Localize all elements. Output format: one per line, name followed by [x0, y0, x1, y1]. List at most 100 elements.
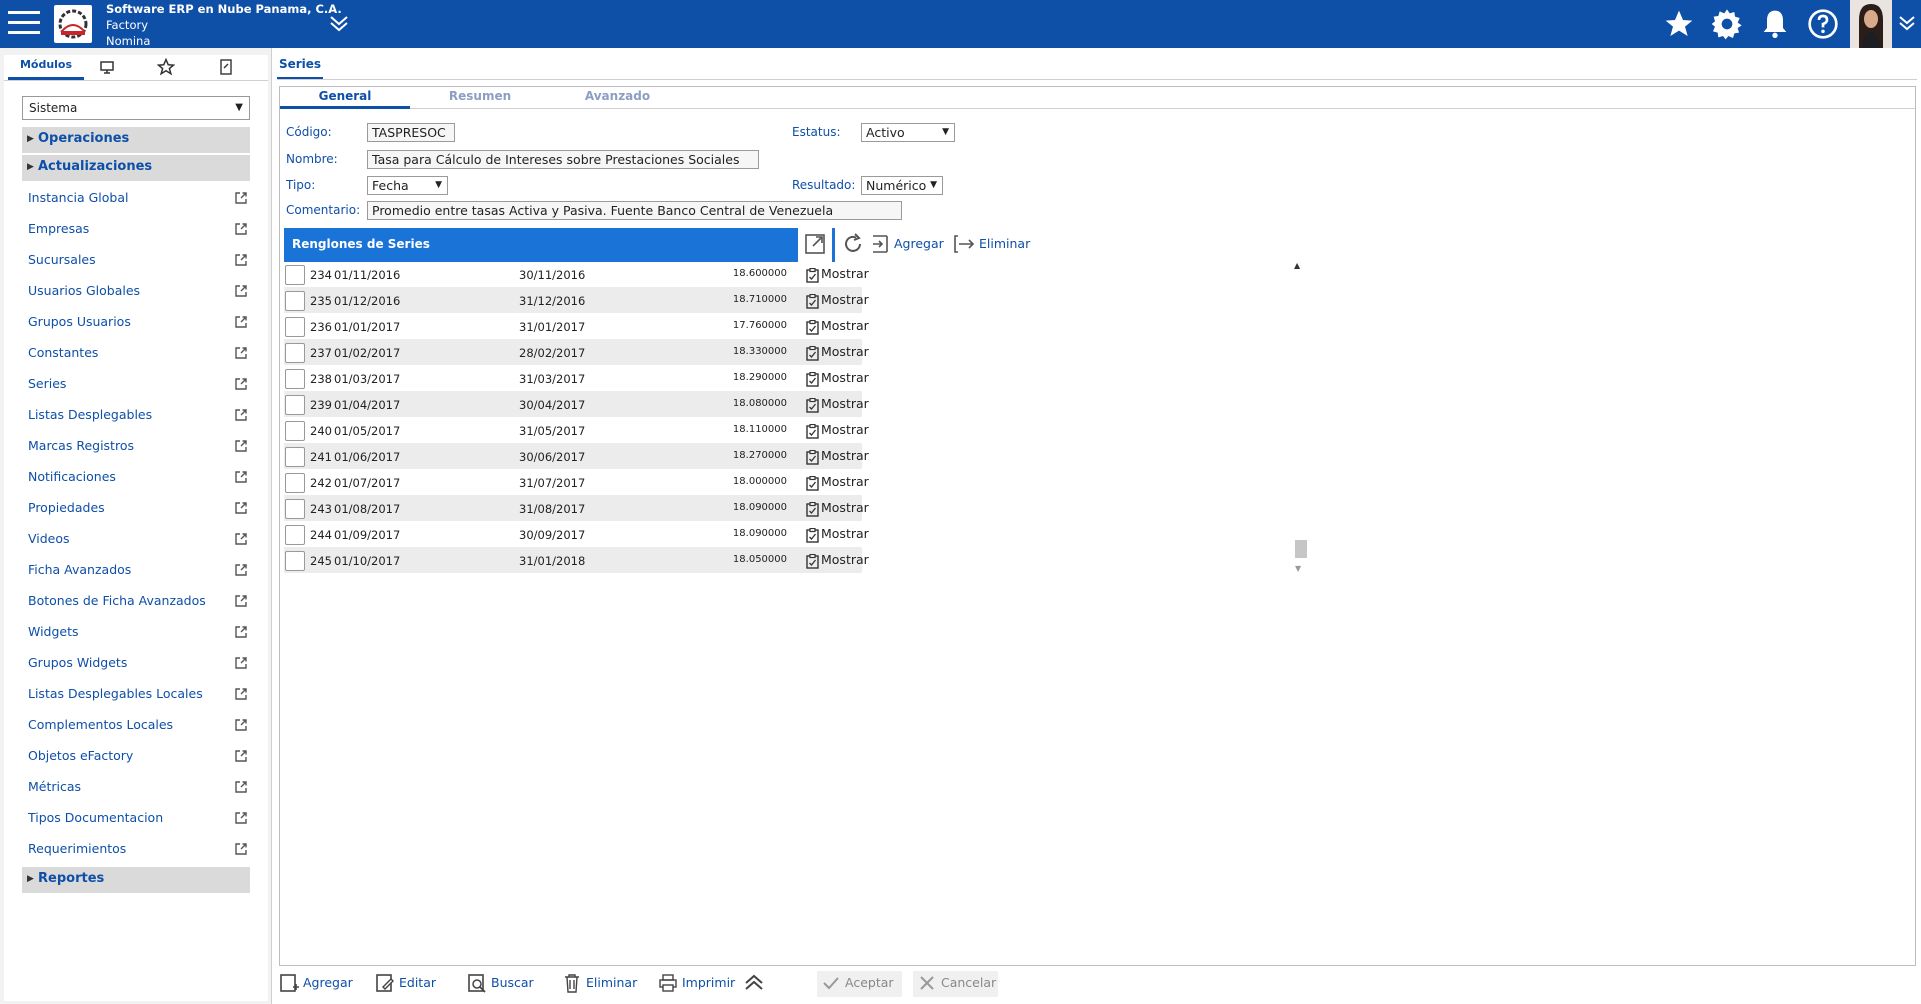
- sidebar-item-ficha-avanzados[interactable]: Ficha Avanzados: [28, 560, 250, 582]
- notifications-bell-icon[interactable]: [1759, 8, 1791, 40]
- row-checkbox[interactable]: [285, 473, 305, 493]
- grid-delete-button[interactable]: Eliminar: [953, 232, 1043, 262]
- row-number: 244: [310, 528, 332, 542]
- row-checkbox[interactable]: [285, 421, 305, 441]
- agregar-button[interactable]: Agregar: [279, 971, 359, 997]
- section-actualizaciones[interactable]: ▶ Actualizaciones: [22, 155, 250, 181]
- grid-add-button[interactable]: Agregar: [870, 232, 950, 262]
- row-checkbox[interactable]: [285, 499, 305, 519]
- aceptar-button[interactable]: Aceptar: [817, 971, 902, 997]
- grid-scrollbar[interactable]: ▲ ▼: [1294, 261, 1308, 573]
- imprimir-button[interactable]: Imprimir: [658, 971, 748, 997]
- scroll-down-icon[interactable]: ▼: [1295, 564, 1301, 573]
- sidebar-item-empresas[interactable]: Empresas: [28, 219, 250, 241]
- sidebar-item-sucursales[interactable]: Sucursales: [28, 250, 250, 272]
- sidebar-item-widgets[interactable]: Widgets: [28, 622, 250, 644]
- caret-right-icon: ▶: [27, 874, 34, 884]
- favorites-star-outline-icon[interactable]: [156, 57, 176, 76]
- monitor-icon[interactable]: [98, 58, 116, 76]
- mostrar-label: Mostrar: [821, 448, 869, 463]
- eliminar-button[interactable]: Eliminar: [562, 971, 652, 997]
- tab-resumen[interactable]: Resumen: [410, 87, 550, 109]
- row-hasta: 30/09/2017: [519, 528, 586, 542]
- buscar-button[interactable]: Buscar: [467, 971, 547, 997]
- table-row[interactable]: 236 01/01/2017 31/01/2017 17.760000 Mostrar: [284, 313, 869, 339]
- sidebar-item-usuarios-globales[interactable]: Usuarios Globales: [28, 281, 250, 303]
- collapse-up-icon[interactable]: [743, 971, 767, 997]
- notes-icon[interactable]: [217, 58, 235, 76]
- row-checkbox[interactable]: [285, 317, 305, 337]
- table-row[interactable]: 238 01/03/2017 31/03/2017 18.290000 Mostrar: [284, 365, 869, 391]
- resultado-select[interactable]: Numérico ▼: [861, 176, 943, 195]
- row-checkbox[interactable]: [285, 447, 305, 467]
- row-checkbox[interactable]: [285, 395, 305, 415]
- row-checkbox[interactable]: [285, 291, 305, 311]
- row-number: 240: [310, 424, 332, 438]
- section-operaciones[interactable]: ▶ Operaciones: [22, 127, 250, 153]
- codigo-field[interactable]: TASPRESOC: [367, 123, 455, 142]
- settings-gear-icon[interactable]: [1711, 8, 1743, 40]
- table-row[interactable]: 240 01/05/2017 31/05/2017 18.110000 Mostrar: [284, 417, 869, 443]
- row-checkbox[interactable]: [285, 265, 305, 285]
- sidebar-item-métricas[interactable]: Métricas: [28, 777, 250, 799]
- sidebar-item-propiedades[interactable]: Propiedades: [28, 498, 250, 520]
- sidebar-item-requerimientos[interactable]: Requerimientos: [28, 839, 250, 861]
- sidebar-item-listas-desplegables-locales[interactable]: Listas Desplegables Locales: [28, 684, 250, 706]
- sidebar-item-series[interactable]: Series: [28, 374, 250, 396]
- estatus-select[interactable]: Activo ▼: [861, 123, 955, 142]
- table-row[interactable]: 234 01/11/2016 30/11/2016 18.600000 Mostrar: [284, 261, 869, 287]
- row-hasta: 31/05/2017: [519, 424, 586, 438]
- table-row[interactable]: 244 01/09/2017 30/09/2017 18.090000 Mostrar: [284, 521, 869, 547]
- scroll-up-icon[interactable]: ▲: [1294, 261, 1300, 270]
- sidebar-item-constantes[interactable]: Constantes: [28, 343, 250, 365]
- tab-series[interactable]: Series: [277, 54, 323, 80]
- row-checkbox[interactable]: [285, 343, 305, 363]
- table-row[interactable]: 241 01/06/2017 30/06/2017 18.270000 Mostrar: [284, 443, 869, 469]
- tab-modulos[interactable]: Módulos: [8, 55, 84, 80]
- scroll-thumb[interactable]: [1295, 540, 1307, 558]
- sidebar-item-label: Ficha Avanzados: [28, 562, 132, 577]
- sidebar-item-grupos-usuarios[interactable]: Grupos Usuarios: [28, 312, 250, 334]
- cancelar-button[interactable]: Cancelar: [913, 971, 998, 997]
- system-select[interactable]: Sistema ▼: [22, 96, 250, 120]
- sidebar-item-notificaciones[interactable]: Notificaciones: [28, 467, 250, 489]
- help-question-icon[interactable]: [1807, 8, 1839, 40]
- row-checkbox[interactable]: [285, 369, 305, 389]
- tipo-select[interactable]: Fecha ▼: [367, 176, 448, 195]
- table-row[interactable]: 243 01/08/2017 31/08/2017 18.090000 Mostrar: [284, 495, 869, 521]
- row-checkbox[interactable]: [285, 551, 305, 571]
- caret-right-icon: ▶: [27, 134, 34, 144]
- sidebar-item-tipos-documentacion[interactable]: Tipos Documentacion: [28, 808, 250, 830]
- tab-avanzado[interactable]: Avanzado: [550, 87, 685, 109]
- row-desde: 01/12/2016: [334, 294, 401, 308]
- tab-general[interactable]: General: [280, 87, 410, 109]
- resultado-value: Numérico: [866, 178, 927, 193]
- table-row[interactable]: 242 01/07/2017 31/07/2017 18.000000 Mostrar: [284, 469, 869, 495]
- section-reportes[interactable]: ▶ Reportes: [22, 867, 250, 893]
- expand-icon[interactable]: [803, 232, 827, 262]
- editar-button[interactable]: Editar: [375, 971, 445, 997]
- nombre-field[interactable]: Tasa para Cálculo de Intereses sobre Pre…: [367, 150, 759, 169]
- hamburger-menu-icon[interactable]: [8, 11, 40, 37]
- sidebar-item-instancia-global[interactable]: Instancia Global: [28, 188, 250, 210]
- table-row[interactable]: 239 01/04/2017 30/04/2017 18.080000 Mostrar: [284, 391, 869, 417]
- sidebar-item-botones-de-ficha-avanzados[interactable]: Botones de Ficha Avanzados: [28, 591, 250, 613]
- row-hasta: 31/07/2017: [519, 476, 586, 490]
- sidebar-item-listas-desplegables[interactable]: Listas Desplegables: [28, 405, 250, 427]
- comentario-field[interactable]: Promedio entre tasas Activa y Pasiva. Fu…: [367, 201, 902, 220]
- sidebar-item-marcas-registros[interactable]: Marcas Registros: [28, 436, 250, 458]
- user-menu-chevron-icon[interactable]: [1897, 14, 1917, 35]
- row-checkbox[interactable]: [285, 525, 305, 545]
- favorites-star-icon[interactable]: [1663, 8, 1695, 40]
- table-row[interactable]: 237 01/02/2017 28/02/2017 18.330000 Mostrar: [284, 339, 869, 365]
- user-avatar[interactable]: [1850, 0, 1892, 48]
- sidebar-item-label: Usuarios Globales: [28, 283, 141, 298]
- table-row[interactable]: 245 01/10/2017 31/01/2018 18.050000 Mostrar: [284, 547, 869, 573]
- double-chevron-down-icon[interactable]: [328, 14, 350, 35]
- sidebar-item-videos[interactable]: Videos: [28, 529, 250, 551]
- sidebar-item-objetos-efactory[interactable]: Objetos eFactory: [28, 746, 250, 768]
- table-row[interactable]: 235 01/12/2016 31/12/2016 18.710000 Mostrar: [284, 287, 869, 313]
- sidebar-item-grupos-widgets[interactable]: Grupos Widgets: [28, 653, 250, 675]
- sidebar-item-complementos-locales[interactable]: Complementos Locales: [28, 715, 250, 737]
- refresh-icon[interactable]: [841, 232, 865, 262]
